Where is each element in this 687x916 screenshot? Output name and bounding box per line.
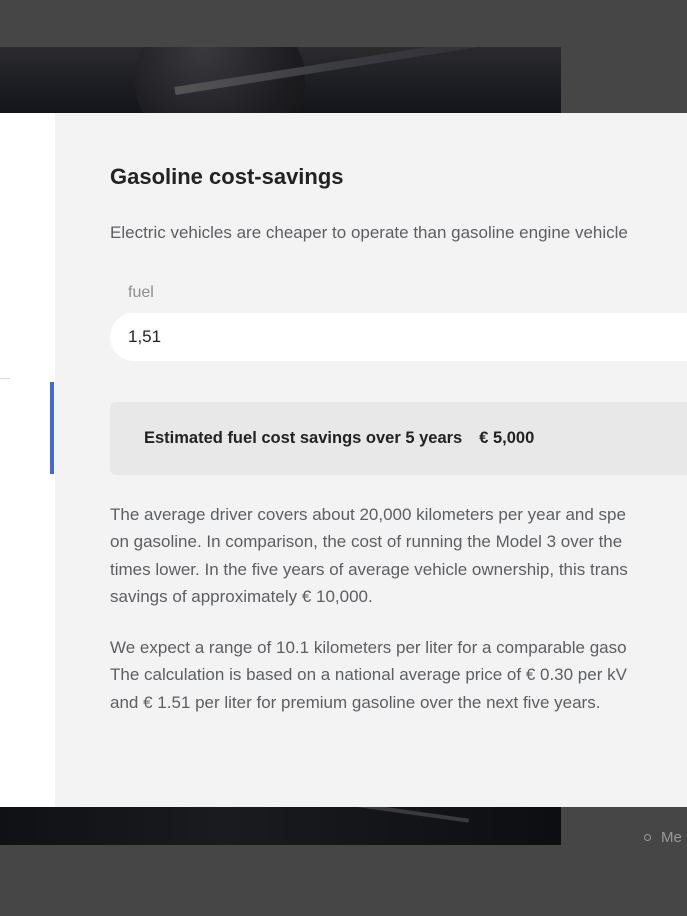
car-edge-highlight — [230, 807, 470, 823]
panel-title: Gasoline cost-savings — [110, 164, 344, 189]
fuel-price-input[interactable] — [110, 313, 687, 361]
background-list-item: Me — [644, 829, 682, 846]
estimate-value: € 5,000 — [479, 429, 535, 447]
paragraph-line: times lower. In the five years of averag… — [110, 559, 628, 579]
background-hero-image-bottom — [0, 807, 561, 845]
paragraph-line: savings of approximately € 10,000. — [110, 586, 373, 606]
paragraph-line: and € 1.51 per liter for premium gasolin… — [110, 692, 601, 712]
paragraph-line: on gasoline. In comparison, the cost of … — [110, 532, 623, 552]
paragraph-line: The calculation is based on a national a… — [110, 665, 627, 685]
background-list-item-text: Me — [661, 829, 682, 846]
paragraph-line: We expect a range of 10.1 kilometers per… — [110, 638, 627, 657]
bullet-icon — [644, 834, 651, 841]
fuel-field-label: fuel — [128, 284, 154, 301]
background-hero-image: ⌄⌄ — [0, 47, 561, 113]
paragraph-line: The average driver covers about 20,000 k… — [110, 505, 626, 524]
calculation-note-paragraph: We expect a range of 10.1 kilometers per… — [110, 634, 687, 716]
savings-estimate-box: Estimated fuel cost savings over 5 years… — [110, 402, 687, 475]
explanation-paragraph: The average driver covers about 20,000 k… — [110, 501, 687, 610]
sidebar-divider — [0, 378, 10, 379]
estimate-label: Estimated fuel cost savings over 5 years — [144, 429, 463, 447]
panel-intro-text: Electric vehicles are cheaper to operate… — [110, 223, 628, 242]
active-tab-indicator — [50, 382, 54, 474]
modal-content-panel: Gasoline cost-savings Electric vehicles … — [55, 113, 687, 807]
modal-sidebar — [0, 113, 55, 807]
